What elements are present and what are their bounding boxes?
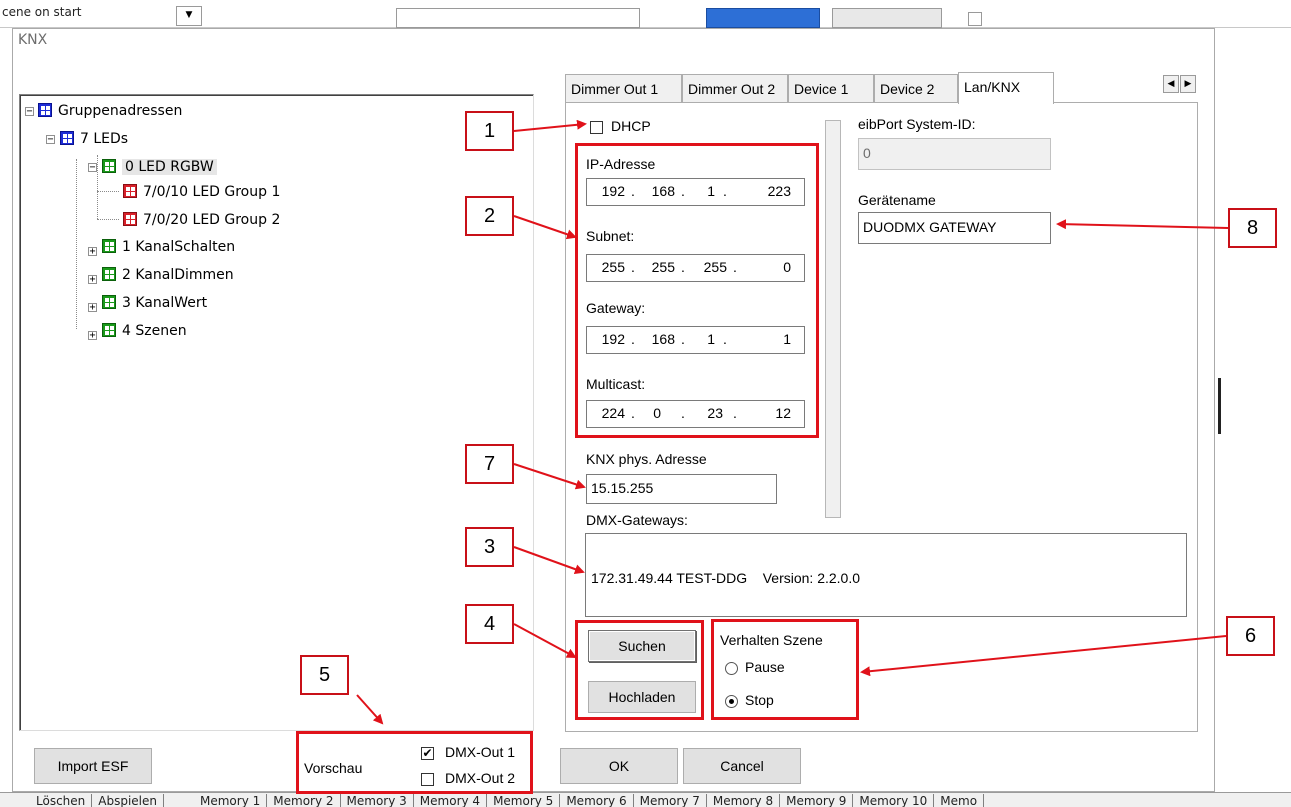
- arrow-3: [513, 546, 585, 574]
- annotation-arrows: [356, 119, 1229, 725]
- tab-lan-knx[interactable]: Lan/KNX: [958, 72, 1054, 104]
- arrow-6: [860, 635, 1227, 677]
- arrow-8: [1056, 219, 1229, 230]
- arrow-5: [356, 694, 384, 725]
- arrow-2: [513, 215, 577, 240]
- arrow-4: [513, 623, 577, 658]
- arrow-7: [513, 463, 586, 490]
- arrow-1: [513, 119, 587, 132]
